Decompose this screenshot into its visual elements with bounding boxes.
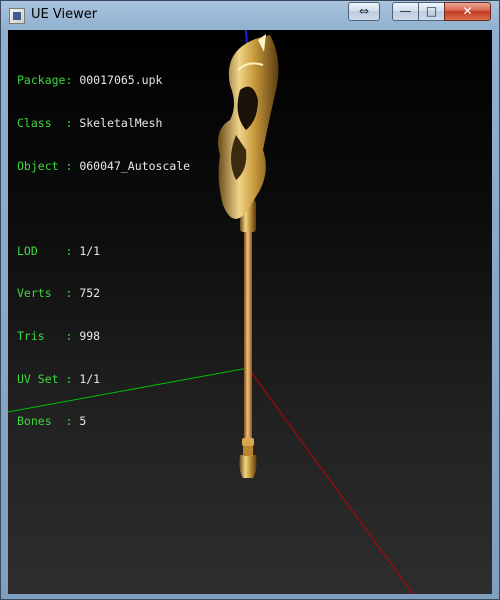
staff-ring bbox=[242, 438, 254, 446]
info-row-uvset: UV Set : 1/1 bbox=[17, 371, 101, 386]
minimize-button[interactable]: — bbox=[392, 2, 419, 21]
app-icon bbox=[9, 8, 25, 24]
staff-shaft bbox=[244, 230, 252, 440]
info-row-object: Object : 060047_Autoscale bbox=[17, 158, 191, 173]
window-title: UE Viewer bbox=[31, 7, 98, 22]
info-row-package: Package: 00017065.upk bbox=[17, 73, 163, 88]
staff-pommel bbox=[239, 455, 257, 478]
info-row-lod: LOD : 1/1 bbox=[17, 243, 101, 258]
move-button[interactable]: ⇔ bbox=[348, 2, 380, 21]
viewport[interactable]: Package: 00017065.upk Class : SkeletalMe… bbox=[8, 30, 492, 594]
title-bar[interactable]: UE Viewer ⇔ — □ ✕ bbox=[1, 1, 499, 29]
info-row-class: Class : SkeletalMesh bbox=[17, 116, 163, 130]
axis-x-line bbox=[247, 367, 414, 594]
info-row-verts: Verts : 752 bbox=[17, 286, 101, 301]
info-row-bones: Bones : 5 bbox=[17, 414, 87, 429]
mesh-info-overlay: Package: 00017065.upk Class : SkeletalMe… bbox=[17, 45, 190, 457]
app-window: UE Viewer ⇔ — □ ✕ Package: 00017065.upk … bbox=[0, 0, 500, 600]
close-button[interactable]: ✕ bbox=[444, 2, 491, 21]
info-row-tris: Tris : 998 bbox=[17, 328, 101, 343]
maximize-button[interactable]: □ bbox=[418, 2, 445, 21]
